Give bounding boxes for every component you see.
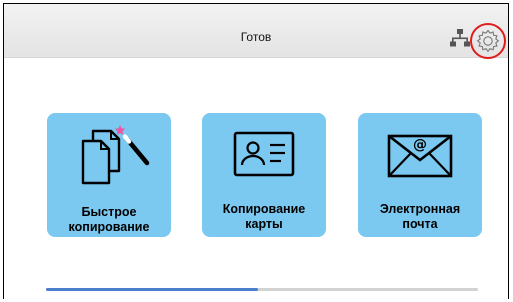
page-indicator bbox=[46, 288, 478, 291]
svg-text:@: @ bbox=[413, 137, 427, 153]
email-label-line2: почта bbox=[402, 216, 438, 231]
card-copy-label-line2: карты bbox=[245, 216, 283, 231]
quick-copy-label-line1: Быстрое bbox=[81, 205, 137, 219]
quick-copy-icon bbox=[47, 123, 171, 187]
network-icon bbox=[450, 28, 470, 48]
device-screen: Готов Быстрое копирование Копирование ка… bbox=[3, 3, 509, 299]
quick-copy-label: Быстрое копирование bbox=[47, 205, 171, 234]
quick-copy-label-line2: копирование bbox=[68, 219, 150, 234]
quick-copy-button[interactable]: Быстрое копирование bbox=[47, 113, 171, 237]
email-button[interactable]: @ Электронная почта bbox=[358, 113, 482, 237]
page-indicator-fill bbox=[46, 288, 258, 291]
card-copy-label-line1: Копирование bbox=[222, 202, 306, 216]
id-card-icon bbox=[202, 123, 326, 183]
settings-button[interactable] bbox=[469, 22, 507, 60]
gear-icon bbox=[476, 29, 500, 53]
card-copy-label: Копирование карты bbox=[202, 202, 326, 231]
status-bar: Готов bbox=[4, 4, 508, 60]
email-label-line1: Электронная bbox=[379, 202, 461, 216]
email-icon: @ bbox=[358, 123, 482, 183]
email-label: Электронная почта bbox=[358, 202, 482, 231]
card-copy-button[interactable]: Копирование карты bbox=[202, 113, 326, 237]
status-text: Готов bbox=[240, 30, 272, 44]
